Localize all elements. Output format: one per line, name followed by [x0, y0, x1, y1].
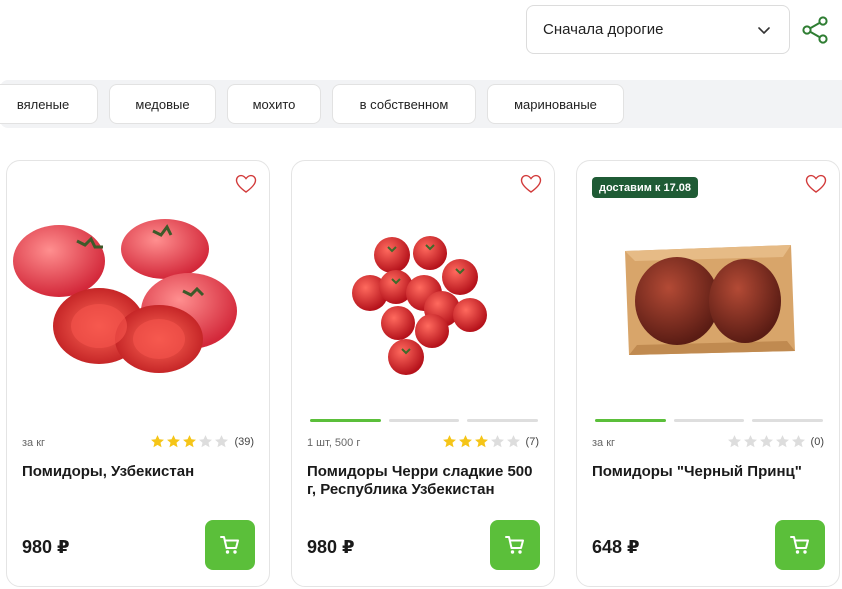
- cart-icon: [790, 536, 809, 554]
- gallery-indicator: [595, 419, 824, 422]
- rating-count: (39): [234, 435, 254, 448]
- star-icon: [215, 435, 229, 448]
- product-price: 980 ₽: [22, 537, 70, 557]
- star-icon: [490, 435, 504, 448]
- filter-chip-mojito[interactable]: мохито: [227, 84, 321, 124]
- product-card[interactable]: доставим к 17.08 за кг (0) Помидоры "Чер…: [576, 160, 840, 587]
- gallery-dot[interactable]: [752, 419, 824, 422]
- black-prince-tomatoes-image[interactable]: [577, 201, 840, 411]
- star-icon: [458, 435, 472, 448]
- gallery-dot[interactable]: [388, 419, 460, 422]
- star-icon: [167, 435, 181, 448]
- unit-label: за кг: [22, 437, 46, 449]
- add-to-cart-button[interactable]: [490, 520, 540, 570]
- product-title[interactable]: Помидоры "Черный Принц": [592, 463, 828, 481]
- star-icon: [183, 435, 197, 448]
- rating-stars: [442, 434, 521, 449]
- filter-chip-own-juice[interactable]: в собственном: [332, 84, 476, 124]
- rating-stars: [727, 434, 806, 449]
- star-icon: [759, 435, 773, 448]
- product-card[interactable]: 1 шт, 500 г (7) Помидоры Черри сладкие 5…: [291, 160, 555, 587]
- star-icon: [743, 435, 757, 448]
- delivery-badge: доставим к 17.08: [592, 177, 698, 198]
- product-title[interactable]: Помидоры Черри сладкие 500 г, Республика…: [307, 463, 543, 499]
- add-to-cart-button[interactable]: [205, 520, 255, 570]
- chevron-down-icon: [758, 26, 770, 34]
- product-price: 980 ₽: [307, 537, 355, 557]
- filter-chip-dried[interactable]: вяленые: [0, 84, 98, 124]
- star-icon: [442, 435, 456, 448]
- product-title[interactable]: Помидоры, Узбекистан: [22, 463, 258, 481]
- unit-label: 1 шт, 500 г: [307, 437, 361, 449]
- cherry-tomatoes-image[interactable]: [292, 201, 555, 411]
- star-icon: [151, 435, 165, 448]
- star-icon: [199, 435, 213, 448]
- unit-label: за кг: [592, 437, 616, 449]
- filter-chip-pickled[interactable]: маринованые: [487, 84, 624, 124]
- star-icon: [474, 435, 488, 448]
- cart-icon: [220, 536, 239, 554]
- star-icon: [775, 435, 789, 448]
- heart-icon[interactable]: [805, 174, 827, 194]
- heart-icon[interactable]: [520, 174, 542, 194]
- star-icon: [727, 435, 741, 448]
- pink-tomatoes-image[interactable]: [7, 201, 270, 411]
- sort-dropdown[interactable]: Сначала дорогие: [526, 5, 790, 54]
- gallery-dot[interactable]: [673, 419, 745, 422]
- heart-icon[interactable]: [235, 174, 257, 194]
- sort-selected-value: Сначала дорогие: [543, 21, 664, 38]
- rating: (7): [442, 434, 539, 449]
- rating: (0): [727, 434, 824, 449]
- gallery-dot[interactable]: [467, 419, 539, 422]
- product-listing-page: Сначала дорогие вяленые медовые мохито в…: [0, 0, 842, 589]
- cart-icon: [505, 536, 524, 554]
- gallery-indicator: [310, 419, 539, 422]
- rating-stars: [150, 434, 229, 449]
- product-card[interactable]: за кг (39) Помидоры, Узбекистан 980 ₽: [6, 160, 270, 587]
- gallery-dot[interactable]: [310, 419, 381, 422]
- add-to-cart-button[interactable]: [775, 520, 825, 570]
- rating: (39): [150, 434, 254, 449]
- gallery-dot[interactable]: [595, 419, 666, 422]
- rating-count: (7): [525, 435, 539, 448]
- star-icon: [506, 435, 520, 448]
- filter-chip-honey[interactable]: медовые: [109, 84, 216, 124]
- star-icon: [791, 435, 805, 448]
- product-price: 648 ₽: [592, 537, 640, 557]
- rating-count: (0): [810, 435, 824, 448]
- share-icon[interactable]: [801, 16, 829, 44]
